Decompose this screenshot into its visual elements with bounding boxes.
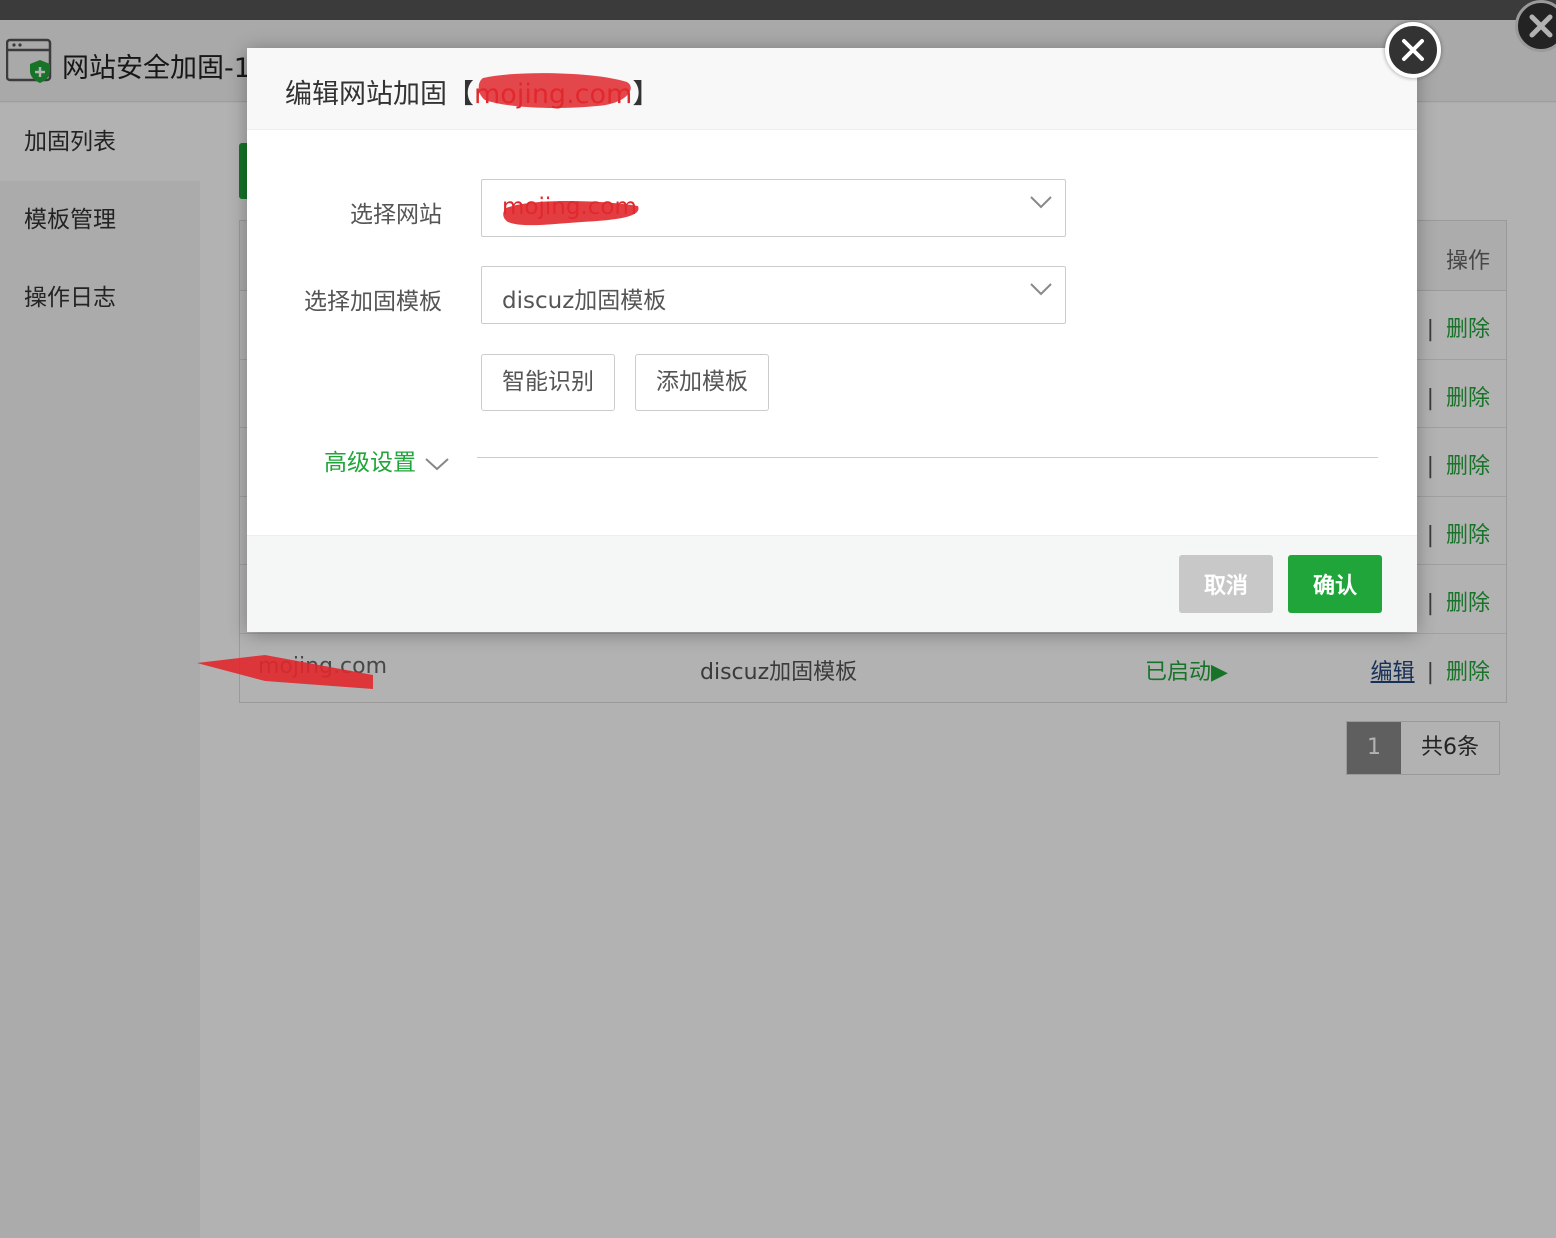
template-row: 选择加固模板 discuz加固模板 [247,266,1417,324]
chevron-down-icon [425,457,449,470]
dialog-title-site: mojing.com [474,79,633,110]
dialog-footer: 取消 确认 [247,535,1417,632]
advanced-settings-toggle[interactable]: 高级设置 [324,443,450,477]
chevron-down-icon [1030,196,1052,209]
dialog-title-suffix: 】 [632,79,660,110]
dialog-title-prefix: 编辑网站加固【 [285,79,474,110]
edit-hardening-dialog: 编辑网站加固【mojing.com】 选择网站 mojing.com 选择加固模… [247,22,1441,632]
site-label: 选择网站 [350,202,442,228]
add-template-button[interactable]: 添加模板 [635,354,769,411]
template-select-value: discuz加固模板 [502,288,667,314]
close-icon [1402,39,1424,61]
template-label: 选择加固模板 [304,289,442,315]
site-row: 选择网站 mojing.com [247,179,1417,237]
confirm-button[interactable]: 确认 [1288,555,1382,613]
chevron-down-icon [1030,283,1052,296]
site-select-value: mojing.com [502,194,637,220]
smart-detect-button[interactable]: 智能识别 [481,354,615,411]
dialog-title: 编辑网站加固【mojing.com】 [285,72,659,111]
close-dialog-button[interactable] [1385,22,1441,78]
divider [477,457,1378,458]
cancel-button[interactable]: 取消 [1179,555,1273,613]
template-select[interactable]: discuz加固模板 [481,266,1066,324]
dialog-header: 编辑网站加固【mojing.com】 [247,48,1417,130]
advanced-settings-label: 高级设置 [324,450,416,476]
site-select[interactable]: mojing.com [481,179,1066,237]
